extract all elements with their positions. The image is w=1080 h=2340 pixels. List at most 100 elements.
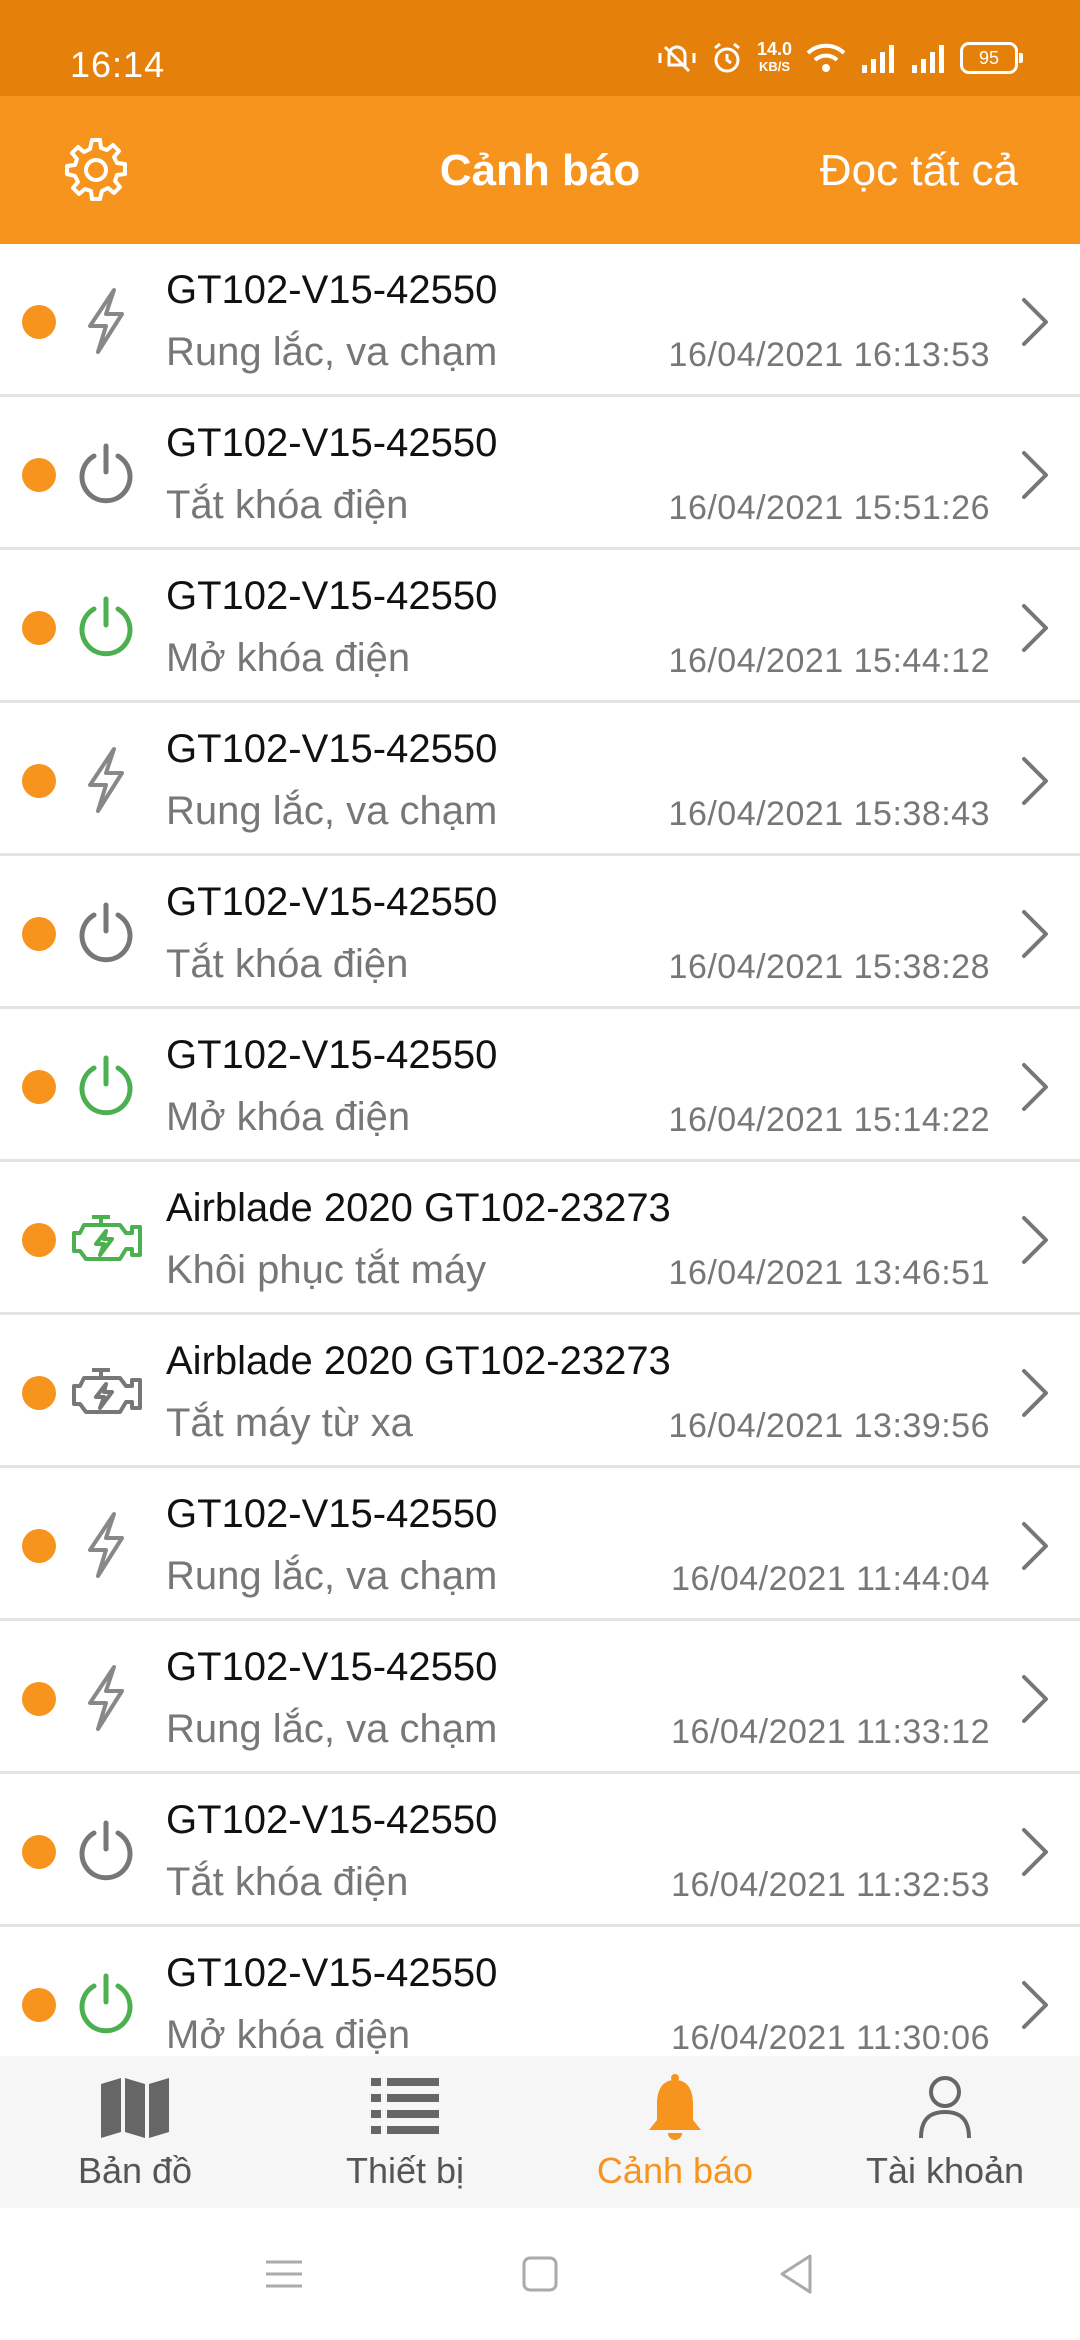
alert-row[interactable]: GT102-V15-42550 Tắt khóa điện 16/04/2021 1… bbox=[0, 1774, 1080, 1927]
alert-timestamp: 16/04/2021 16:13:53 bbox=[668, 336, 990, 374]
alert-row[interactable]: GT102-V15-42550 Mở khóa điện 16/04/2021 11… bbox=[0, 1927, 1080, 2056]
status-bar: 16:14 14.0 KB/S 95 bbox=[0, 0, 1080, 96]
nav-label-account: Tài khoản bbox=[865, 2150, 1025, 2191]
alert-timestamp: 16/04/2021 11:32:53 bbox=[671, 1866, 990, 1904]
nav-label-devices: Thiết bị bbox=[345, 2150, 465, 2191]
nav-item-devices[interactable]: Thiết bị bbox=[270, 2056, 540, 2208]
alert-device-name: GT102-V15-42550 bbox=[166, 727, 498, 771]
back-icon[interactable] bbox=[774, 2252, 818, 2296]
alert-event: Rung lắc, va chạm bbox=[166, 1554, 498, 1598]
nav-item-map[interactable]: Bản đồ bbox=[0, 2056, 270, 2208]
alert-timestamp: 16/04/2021 13:39:56 bbox=[668, 1407, 990, 1445]
alert-event: Tắt máy từ xa bbox=[166, 1401, 413, 1445]
chevron-right-icon bbox=[1016, 600, 1052, 656]
alert-row[interactable]: Airblade 2020 GT102-23273 Tắt máy từ xa 16… bbox=[0, 1315, 1080, 1468]
network-speed: 14.0 KB/S bbox=[757, 40, 792, 76]
engine-off-icon bbox=[66, 1352, 146, 1432]
bell-icon bbox=[649, 2074, 701, 2140]
alert-timestamp: 16/04/2021 15:44:12 bbox=[668, 642, 990, 680]
chevron-right-icon bbox=[1016, 1824, 1052, 1880]
battery-indicator: 95 bbox=[960, 42, 1023, 74]
lightning-icon bbox=[66, 1658, 146, 1738]
alert-row[interactable]: Airblade 2020 GT102-23273 Khôi phục tắt m… bbox=[0, 1162, 1080, 1315]
unread-dot bbox=[22, 764, 56, 798]
status-icons: 14.0 KB/S 95 bbox=[657, 40, 1023, 76]
alert-row[interactable]: GT102-V15-42550 Tắt khóa điện 16/04/2021 1… bbox=[0, 397, 1080, 550]
wifi-icon bbox=[806, 43, 846, 72]
alert-device-name: GT102-V15-42550 bbox=[166, 421, 498, 465]
nav-item-account[interactable]: Tài khoản bbox=[810, 2056, 1080, 2208]
alert-timestamp: 16/04/2021 15:38:43 bbox=[668, 795, 990, 833]
map-icon bbox=[101, 2078, 169, 2138]
alert-device-name: GT102-V15-42550 bbox=[166, 1645, 498, 1689]
alert-timestamp: 16/04/2021 11:44:04 bbox=[671, 1560, 990, 1598]
alert-event: Rung lắc, va chạm bbox=[166, 330, 498, 374]
alert-list[interactable]: GT102-V15-42550 Rung lắc, va chạm 16/04/20… bbox=[0, 244, 1080, 2056]
power-on-icon bbox=[66, 1964, 146, 2044]
alarm-icon bbox=[714, 42, 740, 73]
alert-device-name: GT102-V15-42550 bbox=[166, 1492, 498, 1536]
nav-item-alerts[interactable]: Cảnh báo bbox=[540, 2056, 810, 2208]
alert-timestamp: 16/04/2021 11:33:12 bbox=[671, 1713, 990, 1751]
alert-row[interactable]: GT102-V15-42550 Rung lắc, va chạm 16/04/20… bbox=[0, 244, 1080, 397]
power-on-icon bbox=[66, 1046, 146, 1126]
power-on-icon bbox=[66, 587, 146, 667]
alert-row[interactable]: GT102-V15-42550 Tắt khóa điện 16/04/2021 1… bbox=[0, 856, 1080, 1009]
alert-event: Rung lắc, va chạm bbox=[166, 1707, 498, 1751]
alert-timestamp: 16/04/2021 13:46:51 bbox=[668, 1254, 990, 1292]
alert-event: Khôi phục tắt máy bbox=[166, 1248, 487, 1292]
alert-row[interactable]: GT102-V15-42550 Rung lắc, va chạm 16/04/20… bbox=[0, 703, 1080, 856]
nav-label-alerts: Cảnh báo bbox=[596, 2150, 754, 2191]
network-speed-unit: KB/S bbox=[758, 59, 790, 74]
engine-restore-icon bbox=[66, 1199, 146, 1279]
alert-event: Tắt khóa điện bbox=[166, 1860, 409, 1904]
alert-row[interactable]: GT102-V15-42550 Mở khóa điện 16/04/2021 15… bbox=[0, 1009, 1080, 1162]
chevron-right-icon bbox=[1016, 906, 1052, 962]
network-speed-value: 14.0 bbox=[756, 39, 792, 59]
alert-device-name: GT102-V15-42550 bbox=[166, 880, 498, 924]
unread-dot bbox=[22, 611, 56, 645]
alert-row[interactable]: GT102-V15-42550 Rung lắc, va chạm 16/04/20… bbox=[0, 1621, 1080, 1774]
chevron-right-icon bbox=[1016, 1518, 1052, 1574]
chevron-right-icon bbox=[1016, 1212, 1052, 1268]
app-header: Cảnh báo Đọc tất cả bbox=[0, 96, 1080, 244]
alert-row[interactable]: GT102-V15-42550 Mở khóa điện 16/04/2021 15… bbox=[0, 550, 1080, 703]
signal-icon bbox=[862, 45, 894, 73]
home-icon[interactable] bbox=[518, 2252, 562, 2296]
lightning-icon bbox=[66, 740, 146, 820]
alert-device-name: GT102-V15-42550 bbox=[166, 268, 498, 312]
unread-dot bbox=[22, 1682, 56, 1716]
alert-timestamp: 16/04/2021 11:30:06 bbox=[671, 2019, 990, 2056]
system-nav-bar bbox=[0, 2208, 1080, 2340]
unread-dot bbox=[22, 305, 56, 339]
user-icon bbox=[919, 2076, 971, 2139]
chevron-right-icon bbox=[1016, 1977, 1052, 2033]
read-all-button[interactable]: Đọc tất cả bbox=[820, 146, 1018, 196]
alert-device-name: GT102-V15-42550 bbox=[166, 1951, 498, 1995]
nav-label-map: Bản đồ bbox=[77, 2150, 193, 2191]
chevron-right-icon bbox=[1016, 1365, 1052, 1421]
status-time: 16:14 bbox=[70, 44, 166, 85]
unread-dot bbox=[22, 458, 56, 492]
bottom-nav: Bản đồ Thiết bị Cảnh báo Tài khoản bbox=[0, 2056, 1080, 2208]
chevron-right-icon bbox=[1016, 294, 1052, 350]
alert-event: Mở khóa điện bbox=[166, 2013, 411, 2056]
alert-device-name: GT102-V15-42550 bbox=[166, 574, 498, 618]
alert-event: Mở khóa điện bbox=[166, 636, 411, 680]
vibrate-mute-icon bbox=[658, 45, 696, 73]
power-off-icon bbox=[66, 434, 146, 514]
alert-row[interactable]: GT102-V15-42550 Rung lắc, va chạm 16/04/20… bbox=[0, 1468, 1080, 1621]
chevron-right-icon bbox=[1016, 1059, 1052, 1115]
unread-dot bbox=[22, 1988, 56, 2022]
alert-device-name: Airblade 2020 GT102-23273 bbox=[166, 1339, 671, 1383]
unread-dot bbox=[22, 1529, 56, 1563]
list-icon bbox=[371, 2078, 439, 2134]
unread-dot bbox=[22, 1223, 56, 1257]
power-off-icon bbox=[66, 893, 146, 973]
alert-timestamp: 16/04/2021 15:38:28 bbox=[668, 948, 990, 986]
alert-event: Mở khóa điện bbox=[166, 1095, 411, 1139]
alert-timestamp: 16/04/2021 15:14:22 bbox=[668, 1101, 990, 1139]
alert-event: Rung lắc, va chạm bbox=[166, 789, 498, 833]
signal-icon bbox=[912, 45, 944, 73]
menu-icon[interactable] bbox=[262, 2252, 306, 2296]
